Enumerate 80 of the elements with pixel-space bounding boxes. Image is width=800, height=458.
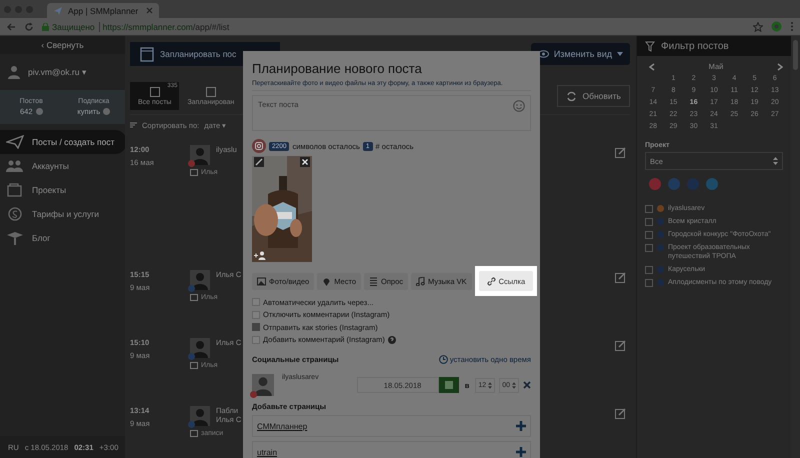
nav-item[interactable]: Посты / создать пост xyxy=(0,130,127,154)
star-icon[interactable] xyxy=(753,22,763,32)
menu-icon[interactable] xyxy=(790,21,794,32)
nav-item[interactable]: Проекты xyxy=(0,178,125,202)
add-icon[interactable] xyxy=(516,447,526,457)
checkbox[interactable] xyxy=(252,336,260,344)
edit-icon[interactable] xyxy=(615,408,626,419)
clock-icon xyxy=(438,355,448,364)
nav-item[interactable]: Тарифы и услуги xyxy=(0,202,125,226)
calendar-button[interactable] xyxy=(438,377,459,393)
change-view-button[interactable]: Изменить вид xyxy=(530,43,630,65)
checkbox[interactable] xyxy=(252,310,260,319)
back-icon[interactable] xyxy=(6,22,16,32)
refresh-button[interactable]: Обновить xyxy=(556,85,630,107)
edit-icon[interactable] xyxy=(615,272,626,283)
updown-icon[interactable] xyxy=(512,382,516,388)
help-icon[interactable] xyxy=(36,108,42,115)
link-icon xyxy=(486,276,496,286)
avatar xyxy=(190,270,210,290)
send-icon xyxy=(6,135,24,149)
network-filter-icon[interactable] xyxy=(668,178,680,190)
edit-icon[interactable] xyxy=(615,340,626,351)
scrollbar[interactable] xyxy=(791,36,800,458)
nav-item[interactable]: Блог xyxy=(0,226,125,250)
page-row[interactable]: СММпланнер xyxy=(252,415,531,437)
collapse-button[interactable]: ‹ Свернуть xyxy=(0,36,125,54)
filter-header: Фильтр постов xyxy=(637,36,791,56)
camera-icon xyxy=(252,139,266,153)
checkbox[interactable] xyxy=(645,244,653,252)
network-badge-icon xyxy=(188,160,195,167)
user-icon xyxy=(8,65,20,79)
list-icon xyxy=(369,276,378,286)
music-note-icon xyxy=(416,276,425,286)
checkbox[interactable] xyxy=(645,205,653,213)
help-icon[interactable] xyxy=(103,108,110,115)
network-filter-icon[interactable] xyxy=(649,178,661,190)
network-badge-icon xyxy=(250,391,257,398)
pin-icon xyxy=(322,276,332,286)
help-icon[interactable] xyxy=(388,336,396,344)
checkbox[interactable] xyxy=(252,323,260,332)
next-month-icon[interactable] xyxy=(776,62,783,70)
image-icon xyxy=(257,276,266,286)
checkbox[interactable] xyxy=(645,279,653,287)
edit-icon[interactable] xyxy=(615,147,626,158)
page-row[interactable]: utrain xyxy=(252,441,531,458)
funnel-icon xyxy=(645,40,655,52)
avatar xyxy=(190,338,210,358)
checkbox[interactable] xyxy=(645,218,653,226)
network-badge-icon xyxy=(188,421,195,428)
browser-tab[interactable]: App | SMMplanner xyxy=(47,3,159,18)
previous-month-icon[interactable] xyxy=(649,62,655,70)
extension-icon[interactable] xyxy=(771,21,782,32)
add-icon[interactable] xyxy=(516,421,526,431)
network-badge-icon xyxy=(188,285,195,292)
checkbox[interactable] xyxy=(645,231,653,239)
checkbox[interactable] xyxy=(645,266,653,274)
lock-icon xyxy=(42,22,49,30)
reload-icon[interactable] xyxy=(24,22,34,32)
updown-icon xyxy=(773,157,778,165)
refresh-icon xyxy=(566,90,576,102)
graduation-cap-icon xyxy=(6,231,24,245)
avatar xyxy=(190,406,210,426)
remove-icon[interactable] xyxy=(523,381,531,389)
updown-icon[interactable] xyxy=(488,382,492,388)
send-icon xyxy=(53,6,63,16)
user-menu[interactable]: piv.vm@ok.ru ▾ xyxy=(28,67,87,77)
caret-icon xyxy=(617,52,623,56)
pencil-icon[interactable] xyxy=(254,157,264,167)
checkbox[interactable] xyxy=(252,298,260,306)
sort-icon xyxy=(130,122,137,128)
avatar xyxy=(190,145,210,165)
avatar xyxy=(252,374,274,396)
smiley-icon[interactable] xyxy=(513,100,525,112)
network-badge-icon xyxy=(188,353,195,360)
network-filter-icon[interactable] xyxy=(706,178,718,190)
eye-icon xyxy=(538,50,549,58)
nav-item[interactable]: Аккаунты xyxy=(0,154,125,178)
tag-person-icon[interactable] xyxy=(254,251,266,260)
coin-icon xyxy=(6,207,24,221)
people-icon xyxy=(6,159,24,173)
